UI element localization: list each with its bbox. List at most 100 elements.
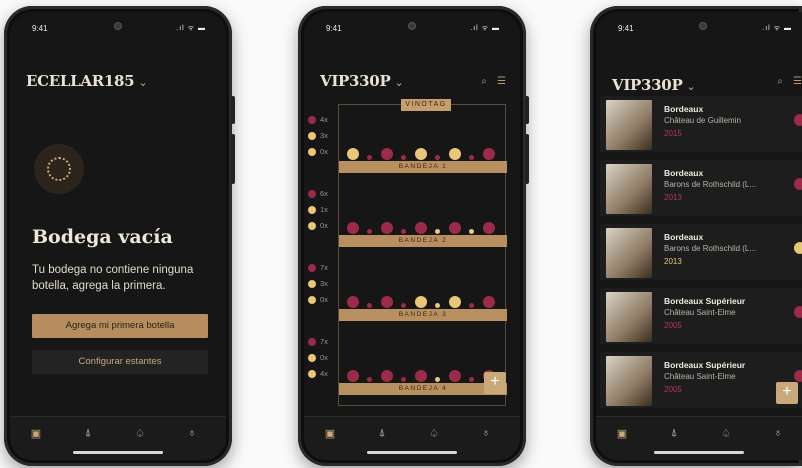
bottle-slot[interactable] — [449, 370, 461, 382]
bottle-slot[interactable] — [347, 148, 359, 160]
cellar-title-dropdown[interactable]: VIP330P ⌄ — [612, 74, 696, 96]
home-indicator — [73, 451, 163, 454]
home-indicator — [654, 451, 744, 454]
nav-bottle-icon[interactable]: ⍋ — [664, 427, 684, 440]
wine-list-item[interactable]: Bordeaux Château de Guillemin 2015 — [600, 96, 802, 152]
bottom-nav: ▣ ⍋ ♤ ♁ — [10, 416, 226, 460]
tray-count-label: 1x — [320, 205, 328, 214]
wine-list-item[interactable]: Bordeaux Barons de Rothschild (L... 2013 — [600, 160, 802, 216]
bottle-slot[interactable] — [367, 303, 372, 308]
tray-bar[interactable]: BANDEJA 1 — [339, 161, 507, 173]
bottle-slot[interactable] — [415, 148, 427, 160]
tray-count-label: 0x — [320, 221, 328, 230]
bottle-slot[interactable] — [381, 222, 393, 234]
bottle-slot[interactable] — [415, 370, 427, 382]
bottle-slot[interactable] — [449, 296, 461, 308]
search-icon[interactable]: ⌕ — [481, 76, 487, 87]
bottle-slot[interactable] — [449, 148, 461, 160]
bottle-slot[interactable] — [401, 377, 406, 382]
bottle-slot[interactable] — [469, 303, 474, 308]
status-bar: 9:41 .ıl ᯤ ▬ — [24, 24, 212, 38]
tray-count-column: 6x 1x 0x — [308, 186, 328, 234]
add-bottle-button[interactable]: + — [776, 382, 798, 404]
tray-count: 0x — [308, 144, 328, 160]
wine-list-item[interactable]: Bordeaux Barons de Rothschild (L... 2013 — [600, 224, 802, 280]
bottle-slot[interactable] — [435, 377, 440, 382]
tray-bar[interactable]: BANDEJA 3 — [339, 309, 507, 321]
side-button — [525, 96, 529, 124]
bottle-slot[interactable] — [435, 155, 440, 160]
bottle-slot[interactable] — [367, 155, 372, 160]
cellar-title-dropdown[interactable]: ECELLAR185 ⌄ — [26, 72, 148, 90]
search-icon[interactable]: ⌕ — [777, 76, 783, 87]
wine-year: 2005 — [664, 385, 682, 394]
bottle-slot[interactable] — [469, 155, 474, 160]
wine-type-icon — [794, 178, 802, 190]
tray-count-label: 6x — [320, 189, 328, 198]
tray-count-label: 4x — [320, 115, 328, 124]
bottle-slot[interactable] — [381, 296, 393, 308]
cellar-title-dropdown[interactable]: VIP330P ⌄ — [320, 72, 404, 90]
bottle-photo — [606, 292, 652, 342]
wine-type-icon — [794, 114, 802, 126]
screen: 9:41 .ıl ᯤ ▬ VIP330P ⌄ ⌕ ☰ 4x 3x 0x 6x 1x 0x 7x 3… — [304, 12, 520, 460]
nav-cellar-icon[interactable]: ▣ — [320, 427, 340, 440]
add-first-bottle-button[interactable]: Agrega mi primera botella — [32, 314, 208, 338]
nav-cellar-icon[interactable]: ▣ — [612, 427, 632, 440]
bottle-slot[interactable] — [347, 222, 359, 234]
bottle-slot[interactable] — [435, 229, 440, 234]
empty-description: Tu bodega no contiene ninguna botella, a… — [32, 264, 194, 292]
nav-bell-icon[interactable]: ♤ — [424, 427, 444, 440]
bottle-slot[interactable] — [483, 296, 495, 308]
bottle-slot[interactable] — [347, 296, 359, 308]
wine-list-item[interactable]: Bordeaux Supérieur Château Saint-Elme 2005 — [600, 352, 802, 408]
configure-shelves-button[interactable]: Configurar estantes — [32, 350, 208, 374]
tray-bar[interactable]: BANDEJA 4 — [339, 383, 507, 395]
phone-empty-cellar: 9:41 .ıl ᯤ ▬ ECELLAR185 ⌄ Bodega vacía Tu… — [4, 6, 235, 466]
bottle-slot[interactable] — [381, 148, 393, 160]
nav-profile-icon[interactable]: ♁ — [476, 427, 496, 439]
wine-name: Barons de Rothschild (L... — [664, 244, 757, 253]
empty-cellar-icon — [34, 144, 84, 194]
status-time: 9:41 — [618, 24, 634, 33]
bottle-slot[interactable] — [401, 303, 406, 308]
bottle-slot[interactable] — [401, 229, 406, 234]
bottle-slot[interactable] — [381, 370, 393, 382]
tray-count: 0x — [308, 218, 328, 234]
bottle-slot[interactable] — [469, 229, 474, 234]
bottle-slot[interactable] — [415, 222, 427, 234]
bottle-slot[interactable] — [483, 222, 495, 234]
bottle-slot[interactable] — [415, 296, 427, 308]
nav-bottle-icon[interactable]: ⍋ — [372, 427, 392, 440]
bottle-photo — [606, 356, 652, 406]
tray-bar[interactable]: BANDEJA 2 — [339, 235, 507, 247]
side-button — [525, 134, 529, 184]
nav-cellar-icon[interactable]: ▣ — [26, 427, 46, 440]
side-button — [231, 96, 235, 124]
wine-name: Château Saint-Elme — [664, 372, 736, 381]
status-time: 9:41 — [32, 24, 48, 33]
bottle-slot[interactable] — [367, 229, 372, 234]
wine-list-item[interactable]: Bordeaux Supérieur Château Saint-Elme 2005 — [600, 288, 802, 344]
cellar-title: ECELLAR185 — [26, 72, 135, 90]
tray-count: 3x — [308, 128, 328, 144]
nav-profile-icon[interactable]: ♁ — [182, 427, 202, 439]
add-bottle-button[interactable]: + — [484, 372, 506, 394]
list-icon[interactable]: ☰ — [497, 76, 506, 87]
nav-profile-icon[interactable]: ♁ — [768, 427, 788, 439]
status-bar: 9:41 .ıl ᯤ ▬ — [318, 24, 506, 38]
bottle-slot[interactable] — [347, 370, 359, 382]
wine-region: Bordeaux — [664, 168, 704, 178]
nav-bell-icon[interactable]: ♤ — [130, 427, 150, 440]
status-icons: .ıl ᯤ ▬ — [762, 25, 792, 32]
list-icon[interactable]: ☰ — [793, 76, 802, 87]
bottle-slot[interactable] — [367, 377, 372, 382]
wine-type-icon — [794, 306, 802, 318]
bottle-slot[interactable] — [435, 303, 440, 308]
bottle-slot[interactable] — [449, 222, 461, 234]
bottle-slot[interactable] — [469, 377, 474, 382]
nav-bottle-icon[interactable]: ⍋ — [78, 427, 98, 440]
bottle-slot[interactable] — [401, 155, 406, 160]
nav-bell-icon[interactable]: ♤ — [716, 427, 736, 440]
bottle-slot[interactable] — [483, 148, 495, 160]
